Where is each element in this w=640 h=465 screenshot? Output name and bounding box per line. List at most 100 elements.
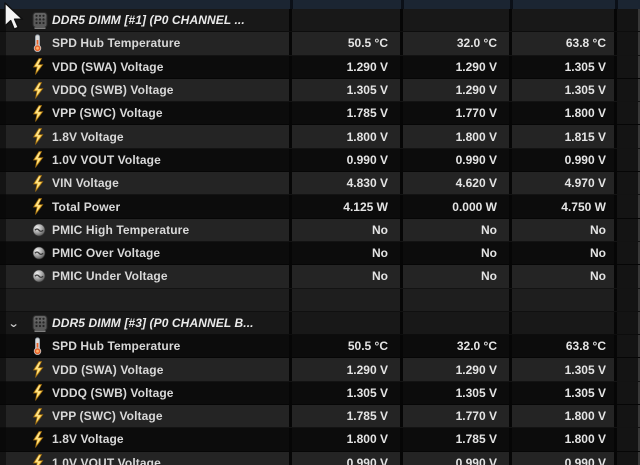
sensor-value xyxy=(512,289,617,311)
sensor-value: 0.990 V xyxy=(292,452,403,465)
sensor-row[interactable]: 1.8V Voltage1.800 V1.800 V1.815 V xyxy=(0,125,640,148)
sensor-group-header[interactable]: ⌄ DDR5 DIMM [#3] (P0 CHANNEL B... xyxy=(0,312,640,335)
sensor-value: 1.800 V xyxy=(512,405,617,427)
chevron-down-icon[interactable]: ⌄ xyxy=(8,317,20,330)
sensor-row[interactable]: VDDQ (SWB) Voltage1.305 V1.290 V1.305 V xyxy=(0,79,640,102)
sensor-row[interactable]: VPP (SWC) Voltage1.785 V1.770 V1.800 V xyxy=(0,102,640,125)
row-icon-cell xyxy=(28,242,52,264)
right-margin-strip xyxy=(617,335,640,357)
sensor-label: VDDQ (SWB) Voltage xyxy=(52,79,292,101)
lightning-bolt-icon xyxy=(32,105,44,122)
sensor-value: 0.000 W xyxy=(403,195,512,217)
sensor-value xyxy=(512,9,617,31)
sensor-value: 1.800 V xyxy=(292,125,403,147)
column-header-strip xyxy=(0,0,640,9)
status-sphere-icon xyxy=(32,269,46,283)
sensor-value: 1.770 V xyxy=(403,405,512,427)
right-margin-strip xyxy=(617,312,640,334)
row-icon-cell xyxy=(28,358,52,380)
row-icon-cell xyxy=(28,405,52,427)
sensor-value: 0.990 V xyxy=(512,149,617,171)
sensor-value: No xyxy=(512,219,617,241)
sensor-row[interactable]: PMIC Under VoltageNoNoNo xyxy=(0,265,640,288)
sensor-value: 1.785 V xyxy=(292,102,403,124)
spacer-row xyxy=(0,289,640,312)
sensor-row[interactable]: PMIC High TemperatureNoNoNo xyxy=(0,219,640,242)
status-sphere-icon xyxy=(32,223,46,237)
sensor-table: DDR5 DIMM [#1] (P0 CHANNEL ...SPD Hub Te… xyxy=(0,9,640,465)
lightning-bolt-icon xyxy=(32,151,44,168)
sensor-value: 4.830 V xyxy=(292,172,403,194)
sensor-label: SPD Hub Temperature xyxy=(52,335,292,357)
sensor-row[interactable]: VPP (SWC) Voltage1.785 V1.770 V1.800 V xyxy=(0,405,640,428)
sensor-row[interactable]: PMIC Over VoltageNoNoNo xyxy=(0,242,640,265)
sensor-value xyxy=(403,289,512,311)
sensor-value: 1.770 V xyxy=(403,102,512,124)
sensor-label xyxy=(52,289,292,311)
sensor-value xyxy=(403,9,512,31)
sensor-row[interactable]: 1.0V VOUT Voltage0.990 V0.990 V0.990 V xyxy=(0,452,640,465)
row-icon-cell xyxy=(28,79,52,101)
thermometer-icon xyxy=(32,337,43,355)
sensor-row[interactable]: VDD (SWA) Voltage1.290 V1.290 V1.305 V xyxy=(0,56,640,79)
sensor-row[interactable]: SPD Hub Temperature50.5 °C32.0 °C63.8 °C xyxy=(0,32,640,55)
right-margin-strip xyxy=(617,382,640,404)
sensor-value: 0.990 V xyxy=(403,149,512,171)
right-margin-strip xyxy=(617,195,640,217)
sensor-label: 1.8V Voltage xyxy=(52,428,292,450)
sensor-value: 1.290 V xyxy=(403,79,512,101)
column-divider xyxy=(290,0,293,9)
sensor-value: 4.970 V xyxy=(512,172,617,194)
right-margin-strip xyxy=(617,102,640,124)
row-icon-cell xyxy=(28,149,52,171)
sensor-value xyxy=(512,312,617,334)
sensor-row[interactable]: Total Power4.125 W0.000 W4.750 W xyxy=(0,195,640,218)
sensor-value: 1.290 V xyxy=(292,358,403,380)
sensor-value: No xyxy=(512,265,617,287)
group-title: DDR5 DIMM [#3] (P0 CHANNEL B... xyxy=(52,312,292,334)
sensor-value: 1.305 V xyxy=(512,358,617,380)
sensor-value: 1.290 V xyxy=(292,56,403,78)
sensor-value: 1.800 V xyxy=(292,428,403,450)
row-icon-cell xyxy=(28,265,52,287)
sensor-group-header[interactable]: DDR5 DIMM [#1] (P0 CHANNEL ... xyxy=(0,9,640,32)
sensor-value: 1.785 V xyxy=(292,405,403,427)
sensor-row[interactable]: 1.8V Voltage1.800 V1.785 V1.800 V xyxy=(0,428,640,451)
sensor-row[interactable]: VDDQ (SWB) Voltage1.305 V1.305 V1.305 V xyxy=(0,382,640,405)
sensor-label: 1.0V VOUT Voltage xyxy=(52,149,292,171)
right-margin-strip xyxy=(617,242,640,264)
sensor-value: No xyxy=(292,265,403,287)
sensor-value: 63.8 °C xyxy=(512,32,617,54)
sensor-value xyxy=(292,289,403,311)
row-icon-cell xyxy=(28,32,52,54)
lightning-bolt-icon xyxy=(32,454,44,465)
row-icon-cell xyxy=(28,219,52,241)
sensor-label: VPP (SWC) Voltage xyxy=(52,405,292,427)
thermometer-icon xyxy=(32,34,43,52)
sensor-value: 1.290 V xyxy=(403,358,512,380)
sensor-window: DDR5 DIMM [#1] (P0 CHANNEL ...SPD Hub Te… xyxy=(0,0,640,465)
sensor-value: 4.125 W xyxy=(292,195,403,217)
sensor-value: 1.800 V xyxy=(512,102,617,124)
lightning-bolt-icon xyxy=(32,384,44,401)
memory-chip-icon xyxy=(32,315,48,332)
row-icon-cell xyxy=(28,289,52,311)
row-icon-cell xyxy=(28,452,52,465)
lightning-bolt-icon xyxy=(32,431,44,448)
right-margin-strip xyxy=(617,79,640,101)
sensor-row[interactable]: VDD (SWA) Voltage1.290 V1.290 V1.305 V xyxy=(0,358,640,381)
sensor-row[interactable]: SPD Hub Temperature50.5 °C32.0 °C63.8 °C xyxy=(0,335,640,358)
sensor-label: 1.0V VOUT Voltage xyxy=(52,452,292,465)
sensor-value: No xyxy=(292,219,403,241)
sensor-row[interactable]: VIN Voltage4.830 V4.620 V4.970 V xyxy=(0,172,640,195)
sensor-value: 63.8 °C xyxy=(512,335,617,357)
right-margin-strip xyxy=(617,149,640,171)
lightning-bolt-icon xyxy=(32,198,44,215)
sensor-row[interactable]: 1.0V VOUT Voltage0.990 V0.990 V0.990 V xyxy=(0,149,640,172)
sensor-value: 0.990 V xyxy=(403,452,512,465)
status-sphere-icon xyxy=(32,246,46,260)
right-margin-strip xyxy=(617,428,640,450)
sensor-label: VDD (SWA) Voltage xyxy=(52,358,292,380)
row-icon-cell xyxy=(28,9,52,31)
sensor-value: 1.785 V xyxy=(403,428,512,450)
